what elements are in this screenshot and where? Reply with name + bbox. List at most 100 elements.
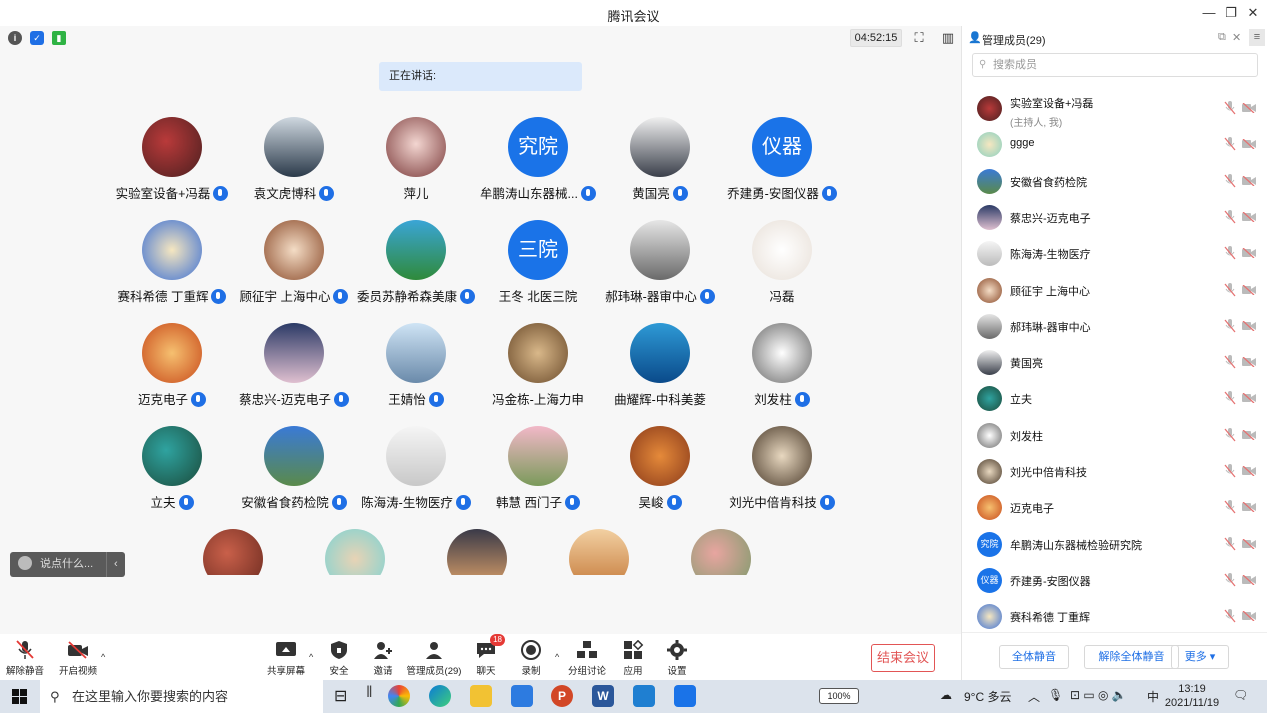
participant-tile-partial[interactable] (691, 529, 751, 575)
participant-tile[interactable]: 赛科希德 丁重辉 (112, 220, 232, 320)
participant-tile[interactable]: 冯金栋-上海力申 (478, 323, 598, 423)
mic-muted-icon[interactable] (1224, 536, 1236, 551)
member-row[interactable]: 安徽省食药检院 (962, 163, 1267, 199)
participant-tile[interactable]: 冯磊 (722, 220, 842, 320)
participant-tile-partial[interactable] (447, 529, 507, 575)
member-search-input[interactable]: ⚲ 搜索成员 (972, 53, 1258, 77)
member-row[interactable]: 陈海涛-生物医疗 (962, 235, 1267, 271)
camera-off-icon[interactable] (1242, 611, 1256, 622)
weather-text[interactable]: 9°C 多云 (964, 688, 1011, 705)
mic-muted-icon[interactable] (1224, 427, 1236, 442)
end-meeting-button[interactable]: 结束会议 (871, 644, 935, 672)
member-row[interactable]: 蔡忠兴-迈克电子 (962, 199, 1267, 235)
mic-muted-icon[interactable] (1224, 464, 1236, 478)
app-icon[interactable] (511, 685, 533, 707)
camera-off-icon[interactable] (1242, 284, 1256, 295)
mic-muted-icon[interactable] (1224, 500, 1236, 514)
participant-tile[interactable]: 迈克电子 (112, 323, 232, 423)
signal-icon[interactable]: ▮ (52, 31, 66, 45)
powerpoint-icon[interactable]: P (551, 685, 573, 707)
chat-input-box[interactable]: 说点什么... ‹ (10, 552, 125, 577)
member-row[interactable]: 迈克电子 (962, 489, 1267, 525)
tray-icons[interactable]: ⊡ ▭ ◎ 🔈 (1070, 688, 1127, 702)
popout-icon[interactable]: ⧉ (1218, 31, 1226, 44)
participant-tile[interactable]: 蔡忠兴-迈克电子 (234, 323, 354, 423)
unmute-all-button[interactable]: 解除全体静音 (1084, 645, 1179, 669)
camera-off-icon[interactable] (1242, 429, 1256, 440)
camera-off-icon[interactable] (1242, 175, 1256, 186)
participant-tile[interactable]: 顾征宇 上海中心 (234, 220, 354, 320)
member-row[interactable]: 郝玮琳-器审中心 (962, 308, 1267, 344)
mute-all-button[interactable]: 全体静音 (999, 645, 1069, 669)
collapse-icon[interactable]: ‹ (114, 552, 118, 577)
member-row[interactable]: 黄国亮 (962, 344, 1267, 380)
participant-tile[interactable]: 郝玮琳-器审中心 (600, 220, 720, 320)
mic-muted-icon[interactable] (1224, 609, 1236, 623)
participant-tile[interactable]: 陈海涛-生物医疗 (356, 426, 476, 526)
camera-off-icon[interactable] (1242, 466, 1256, 476)
participant-tile[interactable]: 刘光中倍肯科技 (722, 426, 842, 526)
record-button[interactable]: 录制 (518, 640, 544, 680)
manage-members-button[interactable]: 管理成员(29) (406, 640, 462, 680)
ime-indicator[interactable]: 中 (1147, 688, 1159, 705)
participant-tile[interactable]: 萍儿 (356, 117, 476, 217)
participant-tile-partial[interactable] (569, 529, 629, 575)
mic-tray-icon[interactable]: 🎙 (1048, 688, 1063, 702)
edge-app-icon[interactable] (429, 685, 451, 707)
shield-icon[interactable]: ✓ (30, 31, 44, 45)
mic-muted-icon[interactable] (1224, 355, 1236, 369)
breakout-button[interactable]: 分组讨论 (568, 640, 606, 680)
participant-tile[interactable]: 王婧怡 (356, 323, 476, 423)
invite-button[interactable]: 邀请 (370, 640, 396, 680)
participant-tile[interactable]: 韩慧 西门子 (478, 426, 598, 526)
camera-off-icon[interactable] (1242, 211, 1256, 222)
participant-tile[interactable]: 立夫 (112, 426, 232, 526)
mic-muted-icon[interactable] (1224, 572, 1236, 587)
video-options-icon[interactable]: ^ (101, 652, 105, 662)
mic-muted-icon[interactable] (1224, 173, 1236, 188)
close-button[interactable]: ✕ (1240, 4, 1266, 22)
menu-icon[interactable]: ≡ (1249, 29, 1265, 46)
participant-tile[interactable]: 黄国亮 (600, 117, 720, 217)
share-screen-button[interactable]: 共享屏幕 (266, 640, 306, 680)
camera-off-icon[interactable] (1242, 393, 1256, 404)
mic-muted-icon[interactable] (1224, 137, 1236, 151)
mic-muted-icon[interactable] (1224, 246, 1236, 260)
share-options-icon[interactable]: ^ (309, 652, 313, 662)
member-row[interactable]: 刘发柱 (962, 417, 1267, 453)
camera-off-icon[interactable] (1242, 574, 1256, 585)
member-row[interactable]: ggge (962, 126, 1267, 162)
participant-tile[interactable]: 刘发柱 (722, 323, 842, 423)
browser-app-icon[interactable] (388, 685, 410, 707)
security-button[interactable]: 安全 (326, 640, 352, 680)
more-button[interactable]: 更多 ▾ (1171, 645, 1229, 669)
member-row[interactable]: 刘光中倍肯科技 (962, 453, 1267, 489)
notifications-icon[interactable]: 🗨 (1233, 688, 1248, 702)
participant-tile[interactable]: 委员苏静希森美康 (356, 220, 476, 320)
camera-off-icon[interactable] (1242, 103, 1256, 113)
camera-off-icon[interactable] (1242, 357, 1256, 368)
taskbar-clock[interactable]: 13:19 2021/11/19 (1160, 682, 1224, 710)
member-row[interactable]: 顾征宇 上海中心 (962, 272, 1267, 308)
record-options-icon[interactable]: ^ (555, 652, 559, 662)
participant-tile[interactable]: 安徽省食药检院 (234, 426, 354, 526)
participant-tile[interactable]: 三院 王冬 北医三院 (478, 220, 598, 320)
word-icon[interactable]: W (592, 685, 614, 707)
member-row[interactable]: 究院 牟鹏涛山东器械检验研究院 (962, 526, 1267, 562)
camera-off-icon[interactable] (1242, 502, 1256, 513)
task-view-icon[interactable]: ⊟ (334, 686, 347, 706)
member-row[interactable]: 赛科希德 丁重辉 (962, 598, 1267, 634)
unmute-button[interactable]: 解除静音 (6, 640, 44, 680)
participant-tile-partial[interactable] (203, 529, 263, 575)
participant-tile-partial[interactable] (325, 529, 385, 575)
settings-button[interactable]: 设置 (664, 640, 690, 680)
participant-tile[interactable]: 吴峻 (600, 426, 720, 526)
mic-muted-icon[interactable] (1224, 391, 1236, 405)
file-explorer-icon[interactable] (470, 685, 492, 707)
windows-start-icon[interactable] (12, 689, 27, 704)
member-row[interactable]: 实验室设备+冯磊 (主持人, 我) (962, 90, 1267, 129)
member-row[interactable]: 仪器 乔建勇-安图仪器 (962, 562, 1267, 598)
mic-muted-icon[interactable] (1224, 282, 1236, 297)
media-player-icon[interactable] (633, 685, 655, 707)
camera-off-icon[interactable] (1242, 248, 1256, 259)
